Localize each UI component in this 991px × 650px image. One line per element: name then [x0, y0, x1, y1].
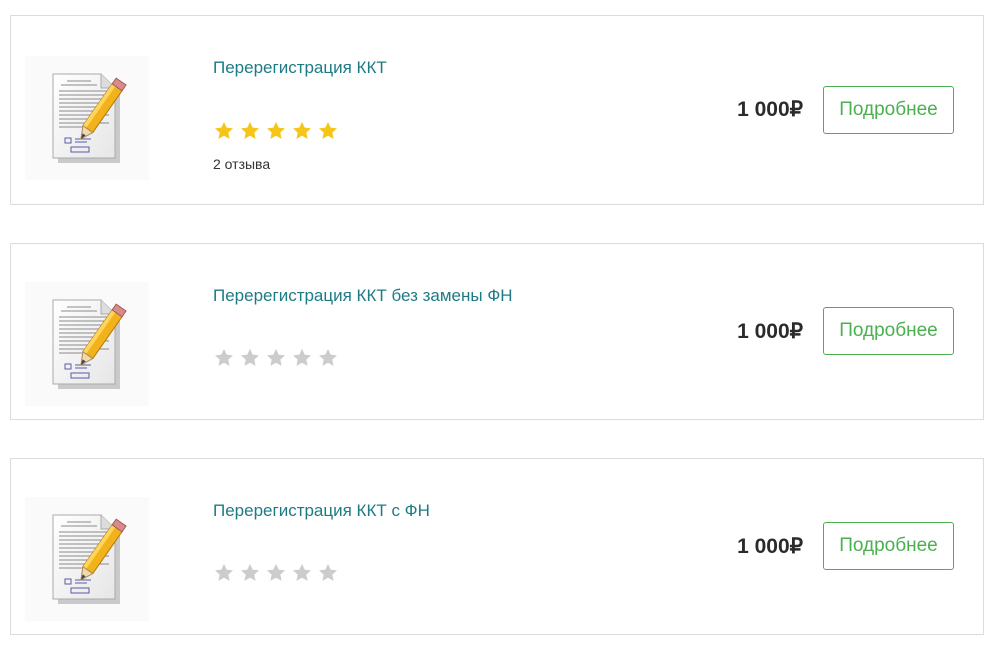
star-empty-icon[interactable] [291, 347, 313, 369]
star-empty-icon[interactable] [265, 562, 287, 584]
star-filled-icon[interactable] [213, 120, 235, 142]
star-empty-icon[interactable] [213, 562, 235, 584]
details-button[interactable]: Подробнее [823, 86, 954, 134]
star-empty-icon[interactable] [317, 347, 339, 369]
star-empty-icon[interactable] [213, 347, 235, 369]
product-card: Перерегистрация ККТ без замены ФН 1 000₽… [10, 243, 984, 420]
reviews-count: 2 отзыва [213, 156, 271, 172]
details-button[interactable]: Подробнее [823, 522, 954, 570]
document-pencil-icon[interactable] [25, 282, 149, 406]
star-filled-icon[interactable] [239, 120, 261, 142]
star-empty-icon[interactable] [317, 562, 339, 584]
star-empty-icon[interactable] [291, 562, 313, 584]
product-card: Перерегистрация ККТ с ФН 1 000₽ Подробне… [10, 458, 984, 635]
star-filled-icon[interactable] [265, 120, 287, 142]
rating-stars[interactable] [213, 562, 339, 584]
document-pencil-icon[interactable] [25, 497, 149, 621]
star-empty-icon[interactable] [265, 347, 287, 369]
details-button[interactable]: Подробнее [823, 307, 954, 355]
star-filled-icon[interactable] [317, 120, 339, 142]
product-price: 1 000₽ [737, 320, 803, 343]
star-empty-icon[interactable] [239, 347, 261, 369]
rating-stars[interactable] [213, 347, 339, 369]
product-title-link[interactable]: Перерегистрация ККТ с ФН [213, 501, 430, 521]
product-price: 1 000₽ [737, 535, 803, 558]
product-price: 1 000₽ [737, 98, 803, 121]
star-filled-icon[interactable] [291, 120, 313, 142]
star-empty-icon[interactable] [239, 562, 261, 584]
product-title-link[interactable]: Перерегистрация ККТ [213, 58, 387, 78]
rating-stars[interactable] [213, 120, 339, 142]
product-title-link[interactable]: Перерегистрация ККТ без замены ФН [213, 286, 513, 306]
product-card: Перерегистрация ККТ 2 отзыва 1 000₽ Подр… [10, 15, 984, 205]
document-pencil-icon[interactable] [25, 56, 149, 180]
